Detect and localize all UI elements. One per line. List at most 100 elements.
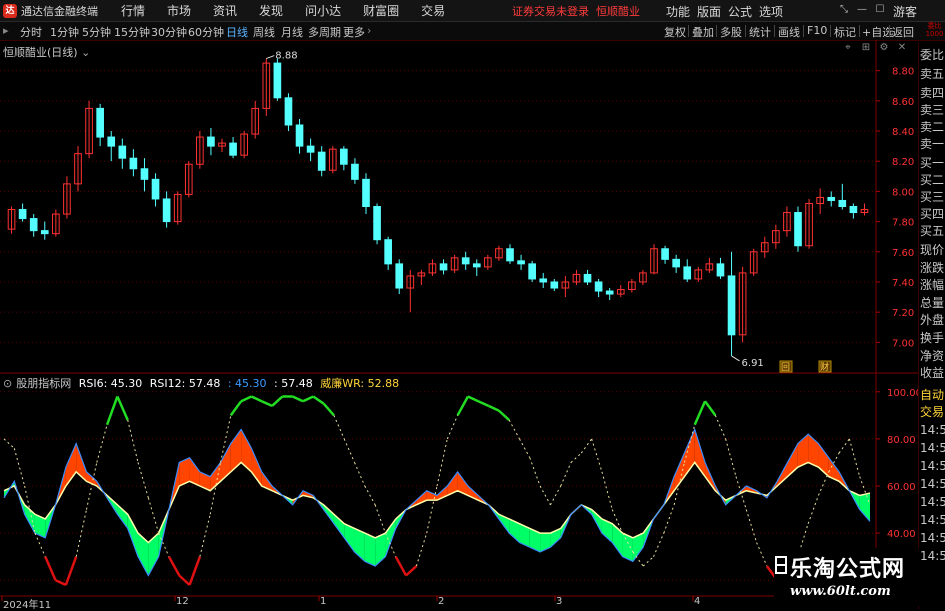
tool-overlay[interactable]: 叠加 (692, 24, 714, 40)
shrink-icon[interactable]: ⤡ (835, 2, 853, 18)
tool-adjust[interactable]: 复权 (664, 24, 686, 40)
side-ask4[interactable]: 卖四 (920, 84, 945, 101)
period-more[interactable]: 更多 (343, 24, 365, 40)
menu-formula[interactable]: 公式 (728, 3, 752, 20)
candle-body (18, 209, 27, 220)
wr-segment-low (167, 556, 181, 577)
wr-segment (580, 438, 593, 454)
candle-body (129, 157, 138, 170)
wr-segment (848, 438, 861, 477)
wr-segment (137, 462, 149, 498)
side-auto[interactable]: 自动 (920, 386, 945, 403)
watermark-url: www.60lt.com (790, 584, 891, 599)
candle-body (162, 198, 171, 223)
more-chevron-icon[interactable]: › (367, 24, 371, 37)
wr-segment (745, 509, 758, 543)
app-logo[interactable]: 达 通达信金融终端 (3, 3, 98, 19)
wr-segment (756, 542, 768, 567)
wr-segment (591, 438, 603, 473)
period-daily[interactable]: 日线 (226, 24, 248, 40)
menu-item-market[interactable]: 市场 (167, 2, 191, 19)
side-trade[interactable]: 交易 (920, 403, 945, 420)
wr-segment (838, 438, 850, 454)
wr-segment-high (322, 402, 335, 417)
side-volume[interactable]: 总量 (920, 294, 945, 311)
side-time: 14:56 (920, 459, 945, 473)
watermark-title: 乐淘公式网 (790, 557, 906, 582)
candle-body (384, 239, 392, 265)
period-30min[interactable]: 30分钟 (151, 24, 187, 40)
period-intraday[interactable]: 分时 (20, 24, 42, 40)
menu-item-ask[interactable]: 问小达 (305, 2, 341, 19)
side-net-asset[interactable]: 净资 (920, 347, 945, 364)
indicator-toggle-icon[interactable]: ⊙ (3, 377, 12, 390)
chart-area[interactable]: 8.80 8.60 8.40 8.20 8.00 7.80 7.60 7.40 7.20 7.00… (0, 40, 918, 609)
tool-f10[interactable]: F10 (807, 24, 827, 37)
side-outer[interactable]: 外盘 (920, 311, 945, 328)
menu-function[interactable]: 功能 (666, 3, 690, 20)
tool-multi-stock[interactable]: 多股 (720, 24, 742, 40)
tool-separator (889, 25, 890, 37)
menu-item-quotes[interactable]: 行情 (121, 2, 145, 19)
side-change-pct[interactable]: 涨幅 (920, 276, 945, 293)
candle-body (140, 168, 149, 180)
side-eps[interactable]: 收益 (920, 364, 945, 381)
tool-back[interactable]: 返回 (892, 24, 914, 40)
toolbar-toggle-icon[interactable]: ▸ (3, 24, 9, 37)
side-ask5[interactable]: 卖五 (920, 65, 945, 82)
wr-segment-low (394, 556, 408, 577)
tool-draw[interactable]: 画线 (778, 24, 800, 40)
tool-separator (830, 25, 831, 37)
tool-stats[interactable]: 统计 (749, 24, 771, 40)
candle-body (29, 218, 38, 232)
minimize-icon[interactable]: — (853, 2, 871, 18)
rsi-fill-segment (148, 533, 159, 576)
candle-body (472, 263, 481, 268)
side-price[interactable]: 现价 (920, 241, 945, 258)
side-ask1[interactable]: 卖一 (920, 135, 945, 152)
period-5min[interactable]: 5分钟 (82, 24, 111, 40)
period-multi[interactable]: 多周期 (308, 24, 341, 40)
rsi-fill-segment (859, 493, 870, 522)
wr-segment-high (105, 396, 119, 426)
menu-layout[interactable]: 版面 (697, 3, 721, 20)
side-ask3[interactable]: 卖三 (920, 101, 945, 118)
wr-segment (519, 438, 531, 458)
tool-mark[interactable]: 标记 (834, 24, 856, 40)
menu-item-discover[interactable]: 发现 (259, 2, 283, 19)
rsi-fill-segment (241, 429, 252, 472)
maximize-icon[interactable]: ☐ (871, 2, 889, 18)
candle-body (827, 196, 836, 201)
candle-body (439, 263, 448, 271)
side-bid3[interactable]: 买三 (920, 188, 945, 205)
side-ask2[interactable]: 卖二 (920, 118, 945, 135)
side-bid-ratio[interactable]: 委比 (920, 46, 945, 63)
menu-options[interactable]: 选项 (759, 3, 783, 20)
side-turnover[interactable]: 换手 (920, 329, 945, 346)
trade-notice[interactable]: 证券交易未登录 恒顺醋业 (512, 3, 640, 19)
tool-separator (716, 25, 717, 37)
side-bid4[interactable]: 买四 (920, 205, 945, 222)
menu-item-trade[interactable]: 交易 (421, 2, 445, 19)
period-15min[interactable]: 15分钟 (114, 24, 150, 40)
side-change[interactable]: 涨跌 (920, 259, 945, 276)
guest-login[interactable]: 游客 (893, 3, 917, 20)
menu-item-wealth[interactable]: 财富圈 (363, 2, 399, 19)
period-60min[interactable]: 60分钟 (188, 24, 224, 40)
side-top-label: 委比 1000 (925, 22, 944, 38)
menu-item-news[interactable]: 资讯 (213, 2, 237, 19)
wr-segment (560, 462, 572, 487)
indicator-name: 股朋指标网 (16, 377, 72, 390)
candle-body (683, 266, 692, 280)
period-monthly[interactable]: 月线 (281, 24, 303, 40)
period-weekly[interactable]: 周线 (253, 24, 275, 40)
wr-segment (343, 438, 355, 463)
period-1min[interactable]: 1分钟 (50, 24, 79, 40)
candle-body (107, 136, 116, 147)
side-time: 14:56 (920, 495, 945, 509)
side-bid5[interactable]: 买五 (920, 222, 945, 239)
side-bid1[interactable]: 买一 (920, 154, 945, 171)
side-bid2[interactable]: 买二 (920, 171, 945, 188)
candle-body (672, 258, 680, 268)
wr-segment-high (488, 404, 500, 412)
